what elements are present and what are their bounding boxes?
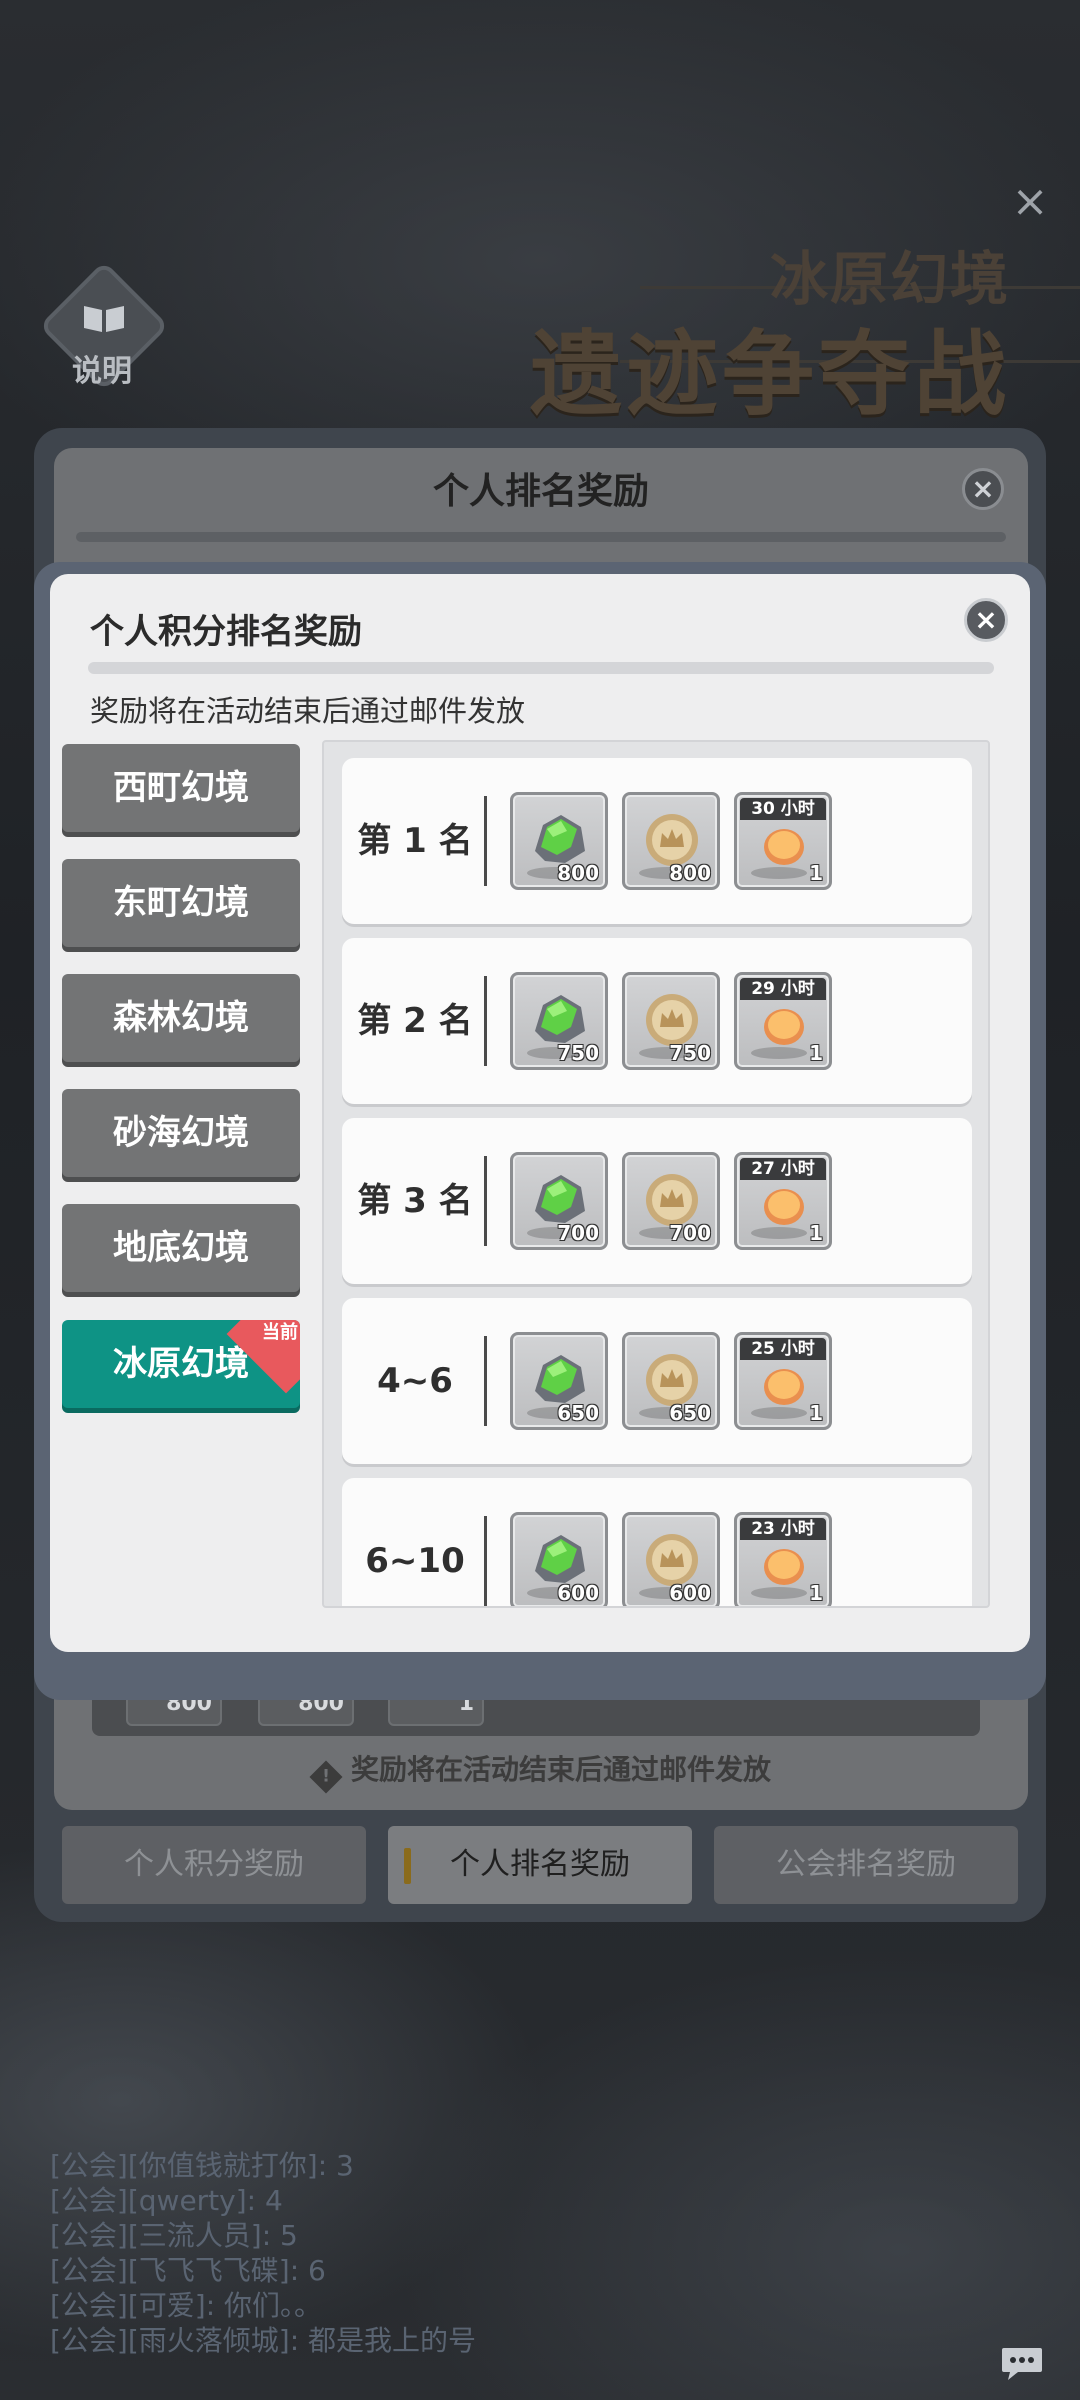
intro-label: 说明: [72, 354, 132, 389]
realm-tab-iceplain[interactable]: 当前 冰原幻境: [62, 1320, 300, 1408]
orange-token-icon: [764, 1189, 804, 1225]
divider: [76, 532, 1006, 542]
chat-bubble-icon[interactable]: [1000, 2346, 1044, 2382]
rank-label: 第 3 名: [357, 1181, 473, 1221]
guild-chat[interactable]: [公会][你值钱就打你]: 3 [公会][qwerty]: 4 [公会][三流人…: [50, 2148, 476, 2358]
item-quantity: 600: [669, 1581, 711, 1605]
item-quantity: 1: [809, 861, 823, 885]
chat-message: [公会][可爱]: 你们。。: [50, 2289, 323, 2322]
item-quantity: 650: [557, 1401, 599, 1425]
back-panel-title: 个人排名奖励: [432, 471, 649, 512]
reward-item-gem[interactable]: 800: [510, 792, 608, 890]
rank-label: 4~6: [377, 1361, 453, 1401]
tab-label: 个人排名奖励: [450, 1847, 630, 1882]
tab-personal-points[interactable]: 个人积分奖励: [62, 1826, 366, 1904]
chat-message: [公会][三流人员]: 5: [50, 2219, 298, 2252]
realm-tab-sandsea[interactable]: 砂海幻境: [62, 1089, 300, 1177]
reward-item-gem[interactable]: 700: [510, 1152, 608, 1250]
reward-item-coin[interactable]: 750: [622, 972, 720, 1070]
item-quantity: 1: [809, 1581, 823, 1605]
warning-icon: !: [309, 1760, 343, 1794]
divider: [88, 662, 994, 674]
rank-reward-list[interactable]: 第 1 名 800 800 30 小时 1 第 2 名 750 750 29 小…: [322, 740, 990, 1608]
reward-item-token[interactable]: 25 小时 1: [734, 1332, 832, 1430]
current-badge-label: 当前: [262, 1322, 298, 1343]
reward-item-coin[interactable]: 700: [622, 1152, 720, 1250]
back-panel-close-icon[interactable]: ×: [962, 468, 1004, 510]
item-quantity: 650: [669, 1401, 711, 1425]
reward-item-coin[interactable]: 650: [622, 1332, 720, 1430]
reward-item-token[interactable]: 23 小时 1: [734, 1512, 832, 1606]
realm-label: 森林幻境: [113, 998, 249, 1038]
item-quantity: 750: [669, 1041, 711, 1065]
reward-item-token[interactable]: 30 小时 1: [734, 792, 832, 890]
separator: [484, 796, 487, 886]
rank-row: 4~6 650 650 25 小时 1: [342, 1298, 972, 1464]
item-quantity: 600: [557, 1581, 599, 1605]
chat-message: [公会][飞飞飞飞碟]: 6: [50, 2254, 326, 2287]
rank-label: 第 2 名: [357, 1001, 473, 1041]
item-quantity: 750: [557, 1041, 599, 1065]
realm-tab-forest[interactable]: 森林幻境: [62, 974, 300, 1062]
separator: [484, 976, 487, 1066]
separator: [484, 1516, 487, 1606]
chat-message: [公会][雨火落倾城]: 都是我上的号: [50, 2324, 477, 2357]
back-panel-note: ! 奖励将在活动结束后通过邮件发放: [54, 1748, 1028, 1794]
realm-label: 地底幻境: [113, 1228, 249, 1268]
chat-message: [公会][qwerty]: 4: [50, 2184, 283, 2217]
item-quantity: 700: [669, 1221, 711, 1245]
rank-row: 第 3 名 700 700 27 小时 1: [342, 1118, 972, 1284]
reward-item-gem[interactable]: 750: [510, 972, 608, 1070]
realm-label: 西町幻境: [113, 768, 249, 808]
book-icon: [84, 306, 124, 332]
tab-personal-rank[interactable]: 个人排名奖励: [388, 1826, 692, 1904]
item-quantity: 800: [669, 861, 711, 885]
separator: [484, 1336, 487, 1426]
event-title: 遗迹争夺战: [529, 321, 1010, 428]
item-quantity: 1: [809, 1221, 823, 1245]
back-note-text: 奖励将在活动结束后通过邮件发放: [350, 1753, 771, 1786]
rank-label: 6~10: [365, 1541, 465, 1581]
rank-label: 第 1 名: [357, 821, 473, 861]
reward-item-gem[interactable]: 650: [510, 1332, 608, 1430]
intro-button[interactable]: 说明: [34, 260, 170, 398]
close-icon[interactable]: ×: [1008, 180, 1052, 224]
separator: [484, 1156, 487, 1246]
orange-token-icon: [764, 829, 804, 865]
rank-row: 第 2 名 750 750 29 小时 1: [342, 938, 972, 1104]
orange-token-icon: [764, 1369, 804, 1405]
item-quantity: 1: [809, 1041, 823, 1065]
tab-label: 公会排名奖励: [776, 1847, 956, 1882]
reward-item-coin[interactable]: 800: [622, 792, 720, 890]
reward-item-gem[interactable]: 600: [510, 1512, 608, 1606]
item-quantity: 800: [557, 861, 599, 885]
rank-row: 6~10 600 600 23 小时 1: [342, 1478, 972, 1606]
realm-label: 砂海幻境: [113, 1113, 249, 1153]
realm-label: 东町幻境: [113, 883, 249, 923]
tab-label: 个人积分奖励: [124, 1847, 304, 1882]
chat-message: [公会][你值钱就打你]: 3: [50, 2149, 354, 2182]
rank-row: 第 1 名 800 800 30 小时 1: [342, 758, 972, 924]
realm-label: 冰原幻境: [113, 1344, 249, 1384]
item-quantity: 700: [557, 1221, 599, 1245]
reward-item-token[interactable]: 29 小时 1: [734, 972, 832, 1070]
orange-token-icon: [764, 1009, 804, 1045]
realm-tab-dongting[interactable]: 东町幻境: [62, 859, 300, 947]
item-quantity: 1: [809, 1401, 823, 1425]
orange-token-icon: [764, 1549, 804, 1585]
reward-item-token[interactable]: 27 小时 1: [734, 1152, 832, 1250]
realm-tab-xiting[interactable]: 西町幻境: [62, 744, 300, 832]
modal-title: 个人积分排名奖励: [90, 612, 362, 652]
modal-close-icon[interactable]: ×: [964, 598, 1008, 642]
modal-note: 奖励将在活动结束后通过邮件发放: [90, 694, 526, 728]
active-tab-marker: [404, 1848, 411, 1884]
realm-tab-underground[interactable]: 地底幻境: [62, 1204, 300, 1292]
reward-item-coin[interactable]: 600: [622, 1512, 720, 1606]
tab-guild-rank[interactable]: 公会排名奖励: [714, 1826, 1018, 1904]
